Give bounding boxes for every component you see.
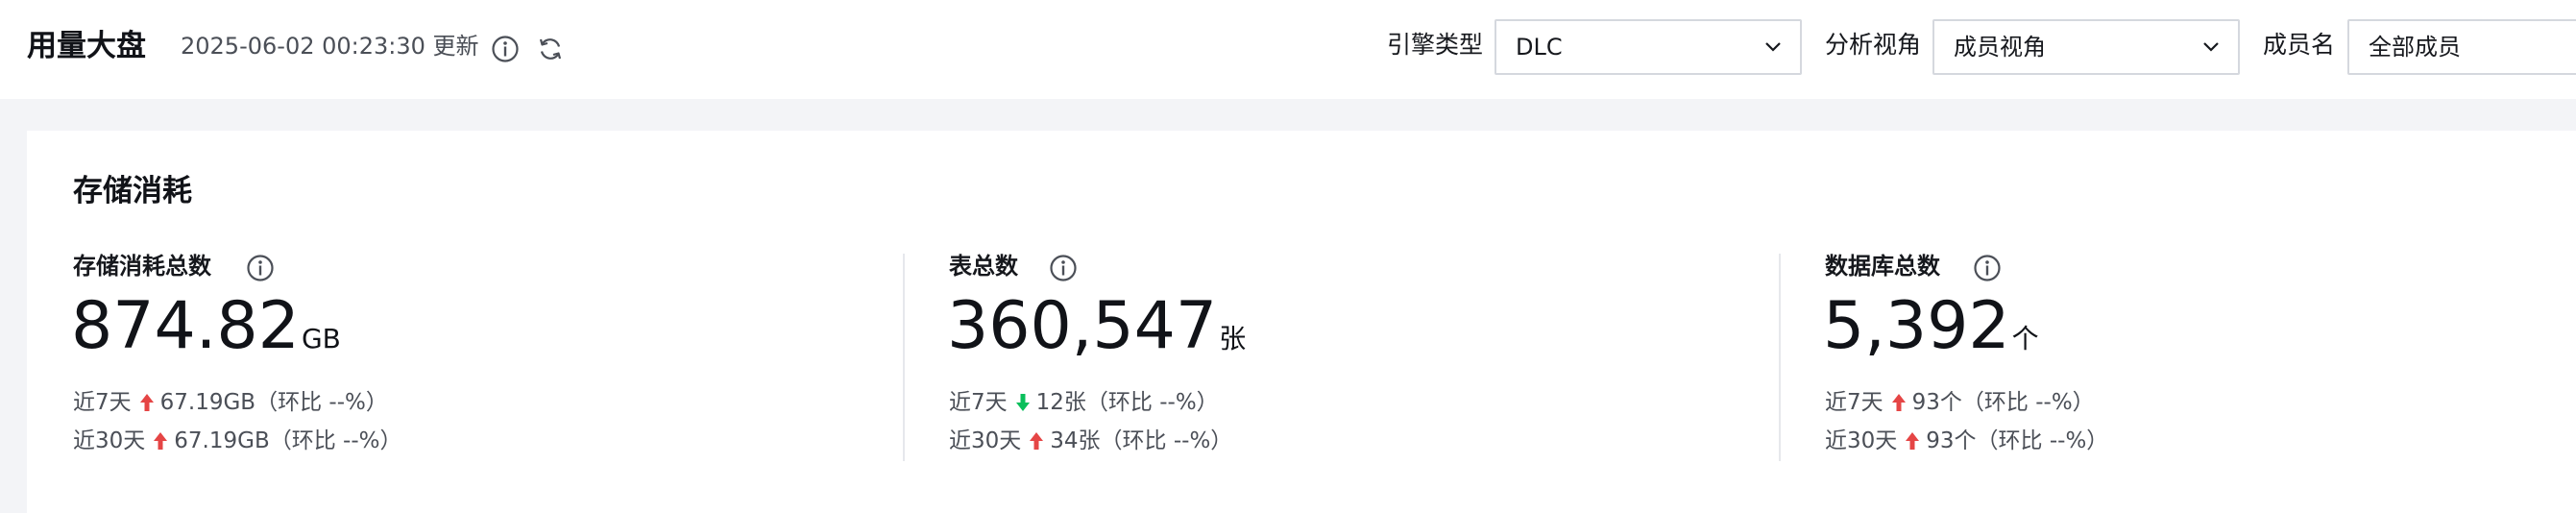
chevron-down-icon xyxy=(2203,42,2219,52)
engine-type-select[interactable]: DLC xyxy=(1495,19,1802,75)
divider xyxy=(903,254,905,461)
metric-number: 874.82 xyxy=(71,288,300,364)
info-icon[interactable] xyxy=(246,254,275,282)
arrow-up-icon xyxy=(1906,432,1920,450)
update-time: 2025-06-02 00:23:30 更新 xyxy=(181,33,479,60)
section-title: 存储消耗 xyxy=(73,174,192,208)
member-name-value: 全部成员 xyxy=(2369,34,2461,61)
trend-label: 近7天 xyxy=(1825,390,1883,415)
divider xyxy=(1779,254,1781,461)
trend-value: 67.19GB（环比 --%） xyxy=(174,428,402,453)
info-icon[interactable] xyxy=(1973,254,2002,282)
trend-7d: 近7天 67.19GB（环比 --%） xyxy=(73,386,388,419)
arrow-up-icon xyxy=(139,394,154,411)
arrow-down-icon xyxy=(1015,394,1030,411)
trend-label: 近7天 xyxy=(949,390,1008,415)
storage-card: 存储消耗 存储消耗总数 874.82GB 近7天 67.19GB（环比 --%）… xyxy=(27,131,2576,513)
metric-storage-total: 存储消耗总数 874.82GB 近7天 67.19GB（环比 --%） 近30天… xyxy=(71,250,899,509)
metric-database-total: 数据库总数 5,392个 近7天 93个（环比 --%） 近30天 93个（环比… xyxy=(1823,250,2576,509)
trend-value: 67.19GB（环比 --%） xyxy=(159,390,388,415)
metric-number: 5,392 xyxy=(1823,288,2010,364)
trend-label: 近7天 xyxy=(73,390,132,415)
engine-type-value: DLC xyxy=(1516,34,1563,61)
trend-value: 12张（环比 --%） xyxy=(1035,390,1219,415)
metric-value: 874.82GB xyxy=(71,288,341,381)
metric-unit: 张 xyxy=(1219,323,1247,354)
trend-value: 93个（环比 --%） xyxy=(1926,428,2109,453)
analysis-view-label: 分析视角 xyxy=(1825,31,1922,59)
analysis-view-value: 成员视角 xyxy=(1954,34,2046,61)
trend-value: 34张（环比 --%） xyxy=(1050,428,1233,453)
metric-number: 360,547 xyxy=(947,288,1218,364)
info-icon[interactable] xyxy=(491,35,520,63)
trend-30d: 近30天 34张（环比 --%） xyxy=(949,425,1232,457)
trend-30d: 近30天 93个（环比 --%） xyxy=(1825,425,2108,457)
trend-label: 近30天 xyxy=(949,428,1022,453)
metric-value: 5,392个 xyxy=(1823,288,2039,381)
engine-type-label: 引擎类型 xyxy=(1387,31,1484,59)
metric-table-total: 表总数 360,547张 近7天 12张（环比 --%） 近30天 34张（环比… xyxy=(947,250,1775,509)
info-icon[interactable] xyxy=(1049,254,1078,282)
arrow-up-icon xyxy=(1891,394,1906,411)
trend-30d: 近30天 67.19GB（环比 --%） xyxy=(73,425,402,457)
top-bar: 用量大盘 2025-06-02 00:23:30 更新 引擎类型 DLC 分析视… xyxy=(0,0,2576,99)
refresh-icon[interactable] xyxy=(536,35,565,63)
metric-value: 360,547张 xyxy=(947,288,1246,381)
metric-label: 表总数 xyxy=(949,253,1018,280)
metric-unit: 个 xyxy=(2011,323,2039,354)
trend-7d: 近7天 12张（环比 --%） xyxy=(949,386,1219,419)
trend-value: 93个（环比 --%） xyxy=(1911,390,2095,415)
member-name-select[interactable]: 全部成员 xyxy=(2347,19,2576,75)
analysis-view-select[interactable]: 成员视角 xyxy=(1932,19,2240,75)
metric-unit: GB xyxy=(301,323,341,354)
page-title: 用量大盘 xyxy=(27,29,146,63)
trend-7d: 近7天 93个（环比 --%） xyxy=(1825,386,2095,419)
metric-label: 数据库总数 xyxy=(1825,253,1940,280)
trend-label: 近30天 xyxy=(1825,428,1898,453)
trend-label: 近30天 xyxy=(73,428,146,453)
arrow-up-icon xyxy=(154,432,168,450)
arrow-up-icon xyxy=(1030,432,1044,450)
member-name-label: 成员名 xyxy=(2263,31,2336,59)
chevron-down-icon xyxy=(1765,42,1781,52)
metric-label: 存储消耗总数 xyxy=(73,253,211,280)
